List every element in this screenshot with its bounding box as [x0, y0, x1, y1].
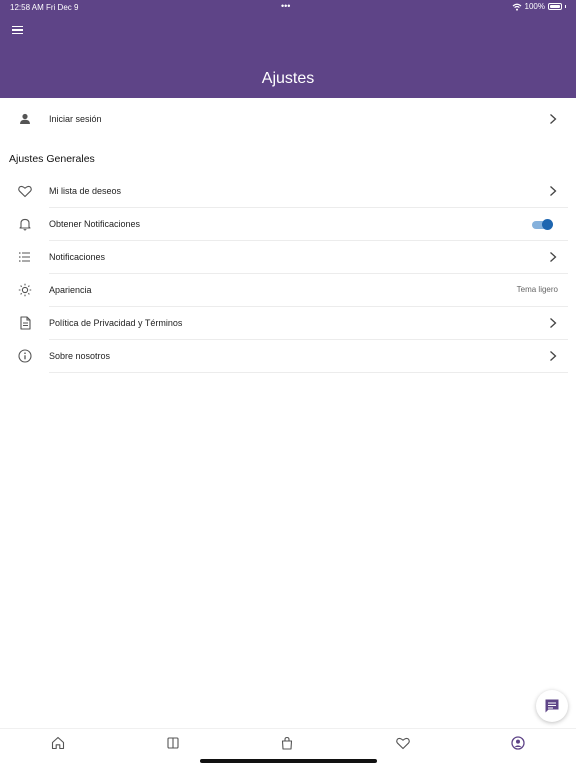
- appearance-value: Tema ligero: [516, 285, 558, 294]
- header: 12:58 AM Fri Dec 9 ••• 100% Ajustes: [0, 0, 576, 98]
- settings-label: Notificaciones: [49, 252, 106, 262]
- settings-row-about[interactable]: Sobre nosotros: [0, 340, 576, 373]
- document-icon: [20, 316, 31, 330]
- chevron-right-icon: [550, 351, 557, 361]
- settings-label: Sobre nosotros: [49, 351, 111, 361]
- home-indicator: [200, 759, 377, 763]
- chat-message-icon: [545, 699, 559, 713]
- home-icon[interactable]: [50, 735, 66, 751]
- chevron-right-icon: [550, 318, 557, 328]
- divider: [49, 372, 568, 373]
- page-title: Ajustes: [261, 70, 315, 87]
- settings-label: Apariencia: [49, 285, 92, 295]
- chevron-right-icon: [550, 252, 557, 262]
- info-icon: [18, 349, 32, 363]
- person-icon: [20, 113, 30, 124]
- settings-row-wishlist[interactable]: Mi lista de deseos: [0, 175, 576, 208]
- settings-label: Política de Privacidad y Términos: [49, 318, 183, 328]
- settings-row-appearance[interactable]: Apariencia Tema ligero: [0, 274, 576, 307]
- status-right: 100%: [512, 2, 566, 11]
- chevron-right-icon: [550, 114, 557, 124]
- heart-icon[interactable]: [395, 735, 411, 751]
- heart-icon: [18, 185, 32, 198]
- hamburger-menu-icon[interactable]: [8, 22, 26, 38]
- wifi-icon: [512, 3, 521, 11]
- settings-label: Mi lista de deseos: [49, 186, 122, 196]
- settings-row-get-notifications: Obtener Notificaciones: [0, 208, 576, 241]
- login-label: Iniciar sesión: [49, 114, 102, 124]
- sun-icon: [18, 283, 32, 297]
- battery-icon: [548, 3, 562, 10]
- bell-icon: [19, 218, 31, 231]
- chevron-right-icon: [550, 186, 557, 196]
- settings-label: Obtener Notificaciones: [49, 219, 141, 229]
- settings-row-notifications[interactable]: Notificaciones: [0, 241, 576, 274]
- status-time: 12:58 AM: [10, 3, 44, 12]
- login-row[interactable]: Iniciar sesión: [0, 103, 576, 136]
- profile-icon[interactable]: [510, 735, 526, 751]
- settings-row-privacy[interactable]: Política de Privacidad y Términos: [0, 307, 576, 340]
- section-title: Ajustes Generales: [9, 153, 95, 165]
- notifications-toggle[interactable]: [532, 219, 554, 230]
- shopping-bag-icon[interactable]: [279, 735, 295, 751]
- chat-fab-button[interactable]: [536, 690, 568, 722]
- status-date: Fri Dec 9: [46, 3, 79, 12]
- book-icon[interactable]: [165, 735, 181, 751]
- list-icon: [19, 252, 30, 262]
- status-bar: 12:58 AM Fri Dec 9 ••• 100%: [0, 0, 576, 14]
- battery-percent: 100%: [524, 2, 545, 11]
- multitasking-dots[interactable]: •••: [281, 1, 290, 11]
